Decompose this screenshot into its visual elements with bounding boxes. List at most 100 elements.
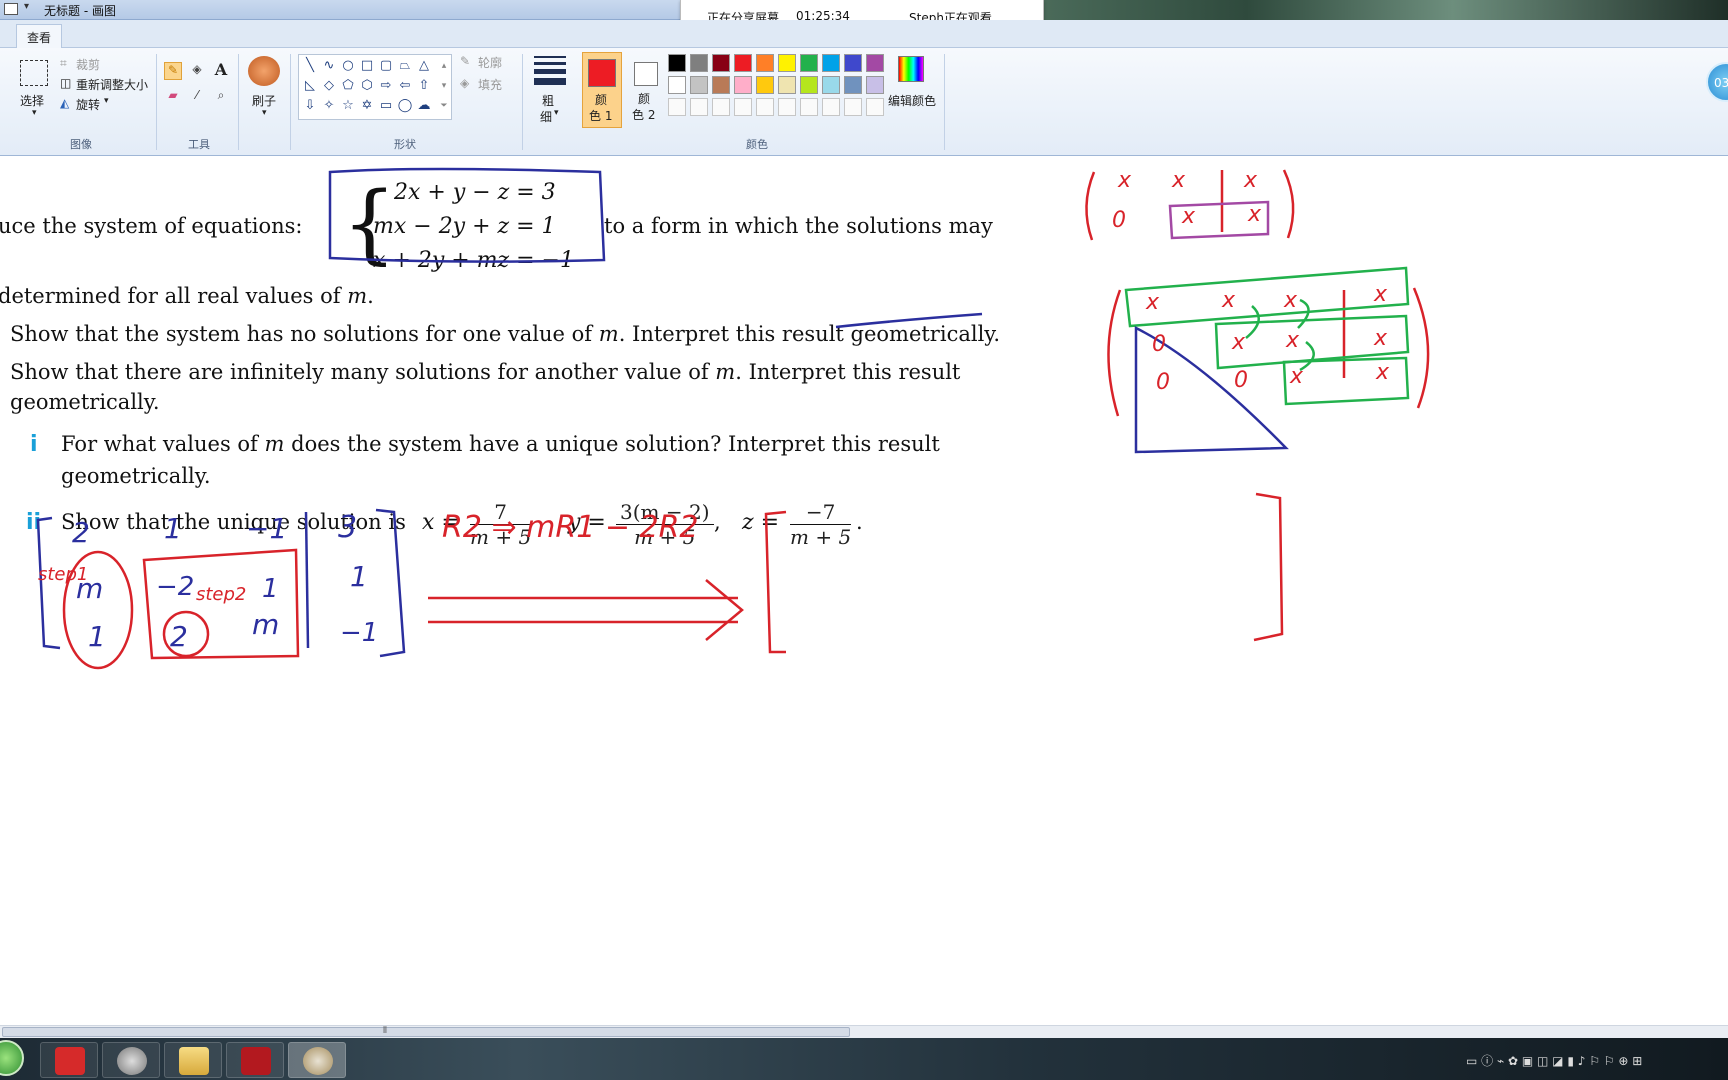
color1-button[interactable]: 颜 色 1 bbox=[582, 52, 622, 128]
chevron-down-icon[interactable]: ▾ bbox=[24, 1, 29, 12]
custom-color-slot[interactable] bbox=[756, 98, 774, 116]
pattern-x: x bbox=[1118, 168, 1132, 193]
start-button[interactable] bbox=[0, 1040, 24, 1076]
palette-swatch[interactable] bbox=[734, 76, 752, 94]
line-size-icon[interactable] bbox=[534, 56, 566, 86]
palette-swatch[interactable] bbox=[844, 54, 862, 72]
tab-view[interactable]: 查看 bbox=[16, 24, 62, 48]
resize-button[interactable]: 重新调整大小 bbox=[76, 76, 148, 93]
hexagon-shape-icon[interactable]: ⬡ bbox=[358, 77, 376, 95]
custom-color-slot[interactable] bbox=[668, 98, 686, 116]
palette-swatch[interactable] bbox=[690, 54, 708, 72]
select-icon[interactable] bbox=[20, 60, 48, 86]
callout-cloud-icon[interactable]: ☁ bbox=[415, 97, 433, 115]
diamond-shape-icon[interactable]: ◇ bbox=[320, 77, 338, 95]
taskbar-app-1[interactable] bbox=[40, 1042, 98, 1078]
palette-swatch[interactable] bbox=[866, 76, 884, 94]
custom-color-slot[interactable] bbox=[734, 98, 752, 116]
horizontal-scrollbar[interactable]: ⦀ bbox=[0, 1025, 1728, 1038]
custom-color-slot[interactable] bbox=[800, 98, 818, 116]
palette-swatch[interactable] bbox=[800, 76, 818, 94]
avatar-text: 03 bbox=[1714, 76, 1728, 90]
palette-swatch[interactable] bbox=[778, 54, 796, 72]
palette-swatch[interactable] bbox=[668, 54, 686, 72]
arrow-left-shape-icon[interactable]: ⇦ bbox=[396, 77, 414, 95]
scroll-up-icon[interactable]: ▴ bbox=[435, 57, 453, 75]
palette-swatch[interactable] bbox=[756, 54, 774, 72]
color1-label-2: 色 1 bbox=[589, 109, 613, 123]
fill-bucket-icon[interactable]: ◈ bbox=[188, 62, 206, 80]
line-shape-icon[interactable]: ╲ bbox=[301, 57, 319, 75]
arrow-down-shape-icon[interactable]: ⇩ bbox=[301, 97, 319, 115]
select-button[interactable]: 选择 bbox=[20, 92, 44, 109]
five-point-star-icon[interactable]: ☆ bbox=[339, 97, 357, 115]
chevron-down-icon[interactable]: ▾ bbox=[262, 108, 267, 118]
palette-swatch[interactable] bbox=[778, 76, 796, 94]
custom-color-slot[interactable] bbox=[690, 98, 708, 116]
divider bbox=[156, 54, 157, 150]
four-point-star-icon[interactable]: ✧ bbox=[320, 97, 338, 115]
taskbar-paint[interactable] bbox=[288, 1042, 346, 1078]
resize-icon: ◫ bbox=[60, 76, 72, 90]
chevron-down-icon[interactable]: ▾ bbox=[32, 108, 37, 118]
oval-shape-icon[interactable]: ○ bbox=[339, 57, 357, 75]
eraser-icon[interactable]: ▰ bbox=[164, 88, 182, 106]
palette-swatch[interactable] bbox=[712, 76, 730, 94]
palette-swatch[interactable] bbox=[800, 54, 818, 72]
expand-gallery-icon[interactable]: ⏷ bbox=[435, 97, 453, 115]
edit-colors-button[interactable]: 编辑颜色 bbox=[888, 92, 936, 109]
brush-button[interactable]: 刷子 bbox=[252, 92, 276, 109]
palette-swatch[interactable] bbox=[712, 54, 730, 72]
fill-button[interactable]: 填充 bbox=[478, 76, 502, 93]
right-triangle-shape-icon[interactable]: ◺ bbox=[301, 77, 319, 95]
palette-swatch[interactable] bbox=[844, 76, 862, 94]
taskbar-pdf-reader[interactable] bbox=[226, 1042, 284, 1078]
rotate-button[interactable]: 旋转 bbox=[76, 96, 100, 113]
color2-button[interactable]: 颜 色 2 bbox=[628, 52, 664, 128]
taskbar-app-2[interactable] bbox=[102, 1042, 160, 1078]
rounded-rectangle-shape-icon[interactable]: ▢ bbox=[377, 57, 395, 75]
palette-swatch[interactable] bbox=[690, 76, 708, 94]
palette-swatch[interactable] bbox=[822, 54, 840, 72]
six-point-star-icon[interactable]: ✡ bbox=[358, 97, 376, 115]
custom-color-slot[interactable] bbox=[844, 98, 862, 116]
edit-colors-icon[interactable] bbox=[898, 56, 924, 82]
callout-rect-icon[interactable]: ▭ bbox=[377, 97, 395, 115]
scrollbar-thumb[interactable]: ⦀ bbox=[2, 1026, 850, 1037]
color-picker-icon[interactable]: ⁄ bbox=[188, 88, 206, 106]
rectangle-shape-icon[interactable]: □ bbox=[358, 57, 376, 75]
taskbar-file-explorer[interactable] bbox=[164, 1042, 222, 1078]
curve-shape-icon[interactable]: ∿ bbox=[320, 57, 338, 75]
arrow-right-shape-icon[interactable]: ⇨ bbox=[377, 77, 395, 95]
custom-color-slot[interactable] bbox=[712, 98, 730, 116]
drawing-canvas[interactable]: uce the system of equations: { 2x + y − … bbox=[0, 160, 1728, 1028]
outline-button[interactable]: 轮廓 bbox=[478, 54, 502, 71]
custom-color-slot[interactable] bbox=[866, 98, 884, 116]
callout-oval-icon[interactable]: ◯ bbox=[396, 97, 414, 115]
magnifier-icon[interactable]: ⌕ bbox=[212, 88, 230, 106]
pencil-icon[interactable]: ✎ bbox=[164, 62, 182, 80]
text-tool-icon[interactable]: A bbox=[212, 60, 230, 79]
palette-swatch[interactable] bbox=[866, 54, 884, 72]
tray-icons[interactable]: ▭ ⓘ ⌁ ✿ ▣ ◫ ◪ ▮ ♪ ⚐ ⚐ ⊕ ⊞ bbox=[1466, 1052, 1642, 1069]
quick-access-icon[interactable] bbox=[4, 3, 18, 15]
brush-icon[interactable] bbox=[248, 56, 280, 86]
pentagon-shape-icon[interactable]: ⬠ bbox=[339, 77, 357, 95]
custom-color-slot[interactable] bbox=[822, 98, 840, 116]
scroll-down-icon[interactable]: ▾ bbox=[435, 77, 453, 95]
group-label-image: 图像 bbox=[70, 138, 92, 151]
palette-swatch[interactable] bbox=[734, 54, 752, 72]
arrow-up-shape-icon[interactable]: ⇧ bbox=[415, 77, 433, 95]
palette-swatch[interactable] bbox=[822, 76, 840, 94]
matrix-entry: 2 bbox=[170, 620, 188, 653]
chevron-down-icon[interactable]: ▾ bbox=[554, 108, 559, 118]
triangle-shape-icon[interactable]: △ bbox=[415, 57, 433, 75]
shapes-gallery[interactable]: ╲ ∿ ○ □ ▢ ⏢ △ ◺ ◇ ⬠ ⬡ ⇨ ⇦ ⇧ ⇩ ✧ ☆ ✡ ▭ ◯ … bbox=[298, 54, 452, 120]
crop-button[interactable]: 裁剪 bbox=[76, 56, 100, 73]
palette-swatch[interactable] bbox=[756, 76, 774, 94]
matrix-entry: 1 bbox=[88, 620, 106, 653]
custom-color-slot[interactable] bbox=[778, 98, 796, 116]
chevron-down-icon[interactable]: ▾ bbox=[104, 96, 109, 106]
palette-swatch[interactable] bbox=[668, 76, 686, 94]
polygon-shape-icon[interactable]: ⏢ bbox=[396, 57, 414, 75]
